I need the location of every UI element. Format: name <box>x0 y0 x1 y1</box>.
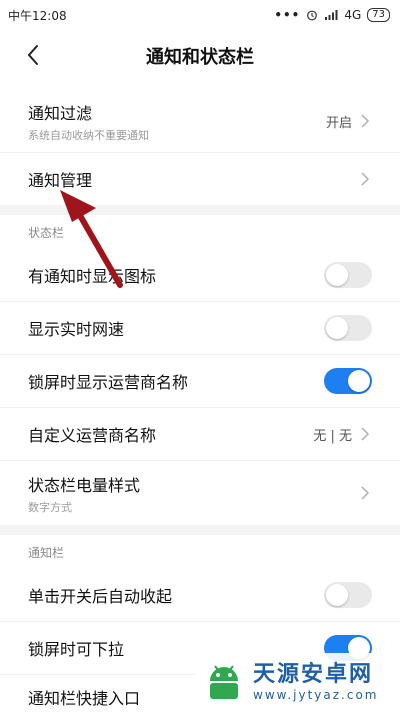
section-title-notification: 通知栏 <box>28 545 65 560</box>
network-speed-toggle[interactable] <box>324 315 372 341</box>
show-icon-label: 有通知时显示图标 <box>28 267 157 286</box>
chevron-right-icon <box>361 486 370 500</box>
carrier-lockscreen-label: 锁屏时显示运营商名称 <box>28 373 189 392</box>
page-title: 通知和状态栏 <box>146 47 254 68</box>
quick-entry-label: 通知栏快捷入口 <box>28 689 141 708</box>
notification-dots: ••• <box>274 8 301 22</box>
back-button[interactable] <box>18 40 48 70</box>
notification-filter-sub: 系统自动收纳不重要通知 <box>28 128 149 142</box>
watermark: 天源安卓网 www.jytyaz.com <box>195 653 400 711</box>
show-icon-row[interactable]: 有通知时显示图标 <box>0 249 400 301</box>
status-bar: 中午12:08 ••• 4G 73 <box>0 0 400 30</box>
alarm-icon <box>307 10 318 21</box>
status-icons: ••• 4G 73 <box>274 8 390 22</box>
chevron-right-icon <box>361 427 370 441</box>
signal-icon <box>325 10 338 20</box>
status-time: 中午12:08 <box>8 8 67 23</box>
network-type: 4G <box>344 8 362 22</box>
chevron-right-icon <box>361 172 370 186</box>
app-header: 通知和状态栏 <box>0 30 400 82</box>
battery-style-label: 状态栏电量样式 <box>28 475 141 495</box>
auto-collapse-label: 单击开关后自动收起 <box>28 587 173 606</box>
custom-carrier-row[interactable]: 自定义运营商名称 无 | 无 <box>0 408 400 460</box>
auto-collapse-row[interactable]: 单击开关后自动收起 <box>0 569 400 621</box>
network-speed-label: 显示实时网速 <box>28 320 125 339</box>
battery-style-row[interactable]: 状态栏电量样式 数字方式 <box>0 461 400 525</box>
battery-style-sub: 数字方式 <box>28 500 72 514</box>
battery-icon: 73 <box>367 8 390 22</box>
notification-filter-label: 通知过滤 <box>28 103 93 123</box>
watermark-title: 天源安卓网 <box>253 662 374 687</box>
notification-management-label: 通知管理 <box>28 171 93 190</box>
network-speed-row[interactable]: 显示实时网速 <box>0 302 400 354</box>
custom-carrier-value: 无 | 无 <box>313 428 352 444</box>
chevron-left-icon <box>27 45 38 65</box>
carrier-lockscreen-row[interactable]: 锁屏时显示运营商名称 <box>0 355 400 407</box>
watermark-url: www.jytyaz.com <box>253 688 379 702</box>
chevron-right-icon <box>361 114 370 128</box>
android-logo-icon <box>210 665 238 699</box>
carrier-lockscreen-toggle[interactable] <box>324 368 372 394</box>
section-title-statusbar: 状态栏 <box>28 225 65 240</box>
lockscreen-pulldown-label: 锁屏时可下拉 <box>28 640 125 659</box>
notification-management-row[interactable]: 通知管理 <box>0 153 400 205</box>
auto-collapse-toggle[interactable] <box>324 582 372 608</box>
notification-filter-value: 开启 <box>325 115 352 131</box>
notification-filter-row[interactable]: 通知过滤 系统自动收纳不重要通知 开启 <box>0 90 400 152</box>
show-icon-toggle[interactable] <box>324 262 372 288</box>
custom-carrier-label: 自定义运营商名称 <box>28 426 157 445</box>
